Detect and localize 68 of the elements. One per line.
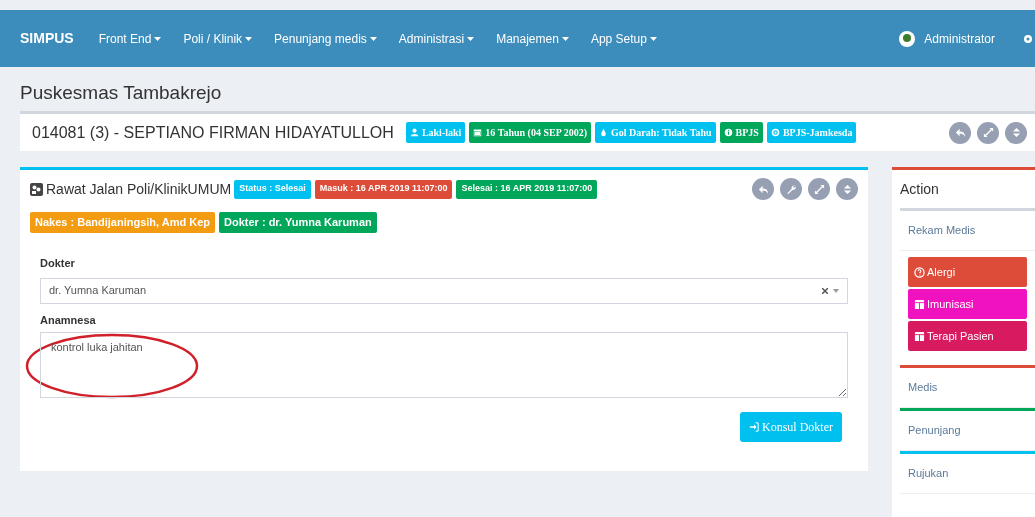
nav-menu[interactable]: Poli / Klinik [183, 29, 253, 48]
target-icon [770, 128, 780, 137]
up-down-icon [1010, 127, 1022, 138]
question-icon [914, 266, 925, 278]
status-badge: Selesai : 16 APR 2019 11:07:00 [456, 179, 598, 199]
status-badge: Masuk : 16 APR 2019 11:07:00 [314, 179, 453, 199]
action-button[interactable]: Imunisasi [908, 289, 1027, 319]
undo-icon [954, 127, 966, 138]
up-down-button[interactable] [836, 178, 858, 200]
doctor-select[interactable]: dr. Yumna Karuman [40, 277, 848, 304]
wrench-icon [785, 183, 797, 195]
info-badge: 16 Tahun (04 SEP 2002) [469, 122, 592, 143]
brand-logo[interactable]: SIMPUS [20, 28, 74, 49]
info-badge: BPJS-Jamkesda [766, 122, 857, 143]
section-header[interactable]: Medis [900, 365, 1035, 408]
field-label: Dokter [40, 256, 76, 271]
logo-icon [898, 29, 917, 48]
caret-icon [369, 36, 377, 41]
gears-icon[interactable] [1023, 32, 1035, 45]
expand-button[interactable] [977, 121, 999, 144]
section-header[interactable]: Rujukan [900, 451, 1035, 494]
nav-menu[interactable]: Manajemen [496, 29, 569, 48]
info-badge: Laki-laki [405, 122, 466, 143]
nav-menu[interactable]: App Setup [590, 29, 657, 48]
action-button[interactable]: Alergi [908, 257, 1027, 287]
status-badge: Status : Selesai [234, 179, 311, 199]
staff-tag: Nakes : Bandijaningsih, Amd Kep [30, 212, 215, 233]
caret-icon [649, 36, 657, 41]
clear-icon[interactable] [822, 287, 828, 294]
section-header[interactable]: Penunjang [900, 408, 1035, 451]
patient-icon [30, 182, 43, 196]
undo-button[interactable] [752, 178, 774, 200]
drop-icon [599, 128, 609, 137]
caret-icon [245, 36, 253, 41]
caret-icon [561, 36, 569, 41]
login-icon [749, 422, 759, 432]
panel-title: Rawat Jalan Poli/KlinikUMUM [46, 179, 232, 199]
expand-icon [813, 183, 825, 195]
page-title: Puskesmas Tambakrejo [19, 81, 223, 105]
up-down-icon [841, 183, 853, 195]
expand-button[interactable] [808, 178, 830, 200]
calendar-icon [473, 128, 483, 137]
info-badge: Gol Darah: Tidak Tahu [595, 122, 716, 143]
expand-icon [982, 127, 994, 138]
wrench-button[interactable] [780, 178, 802, 200]
dropdown-caret-icon[interactable] [833, 288, 839, 293]
nav-menu[interactable]: Penunjang medis [274, 29, 377, 48]
konsul-dokter-button[interactable]: Konsul Dokter [740, 412, 842, 442]
user-icon [409, 128, 419, 137]
staff-tag: Dokter : dr. Yumna Karuman [219, 212, 377, 233]
panel-title: Action [899, 179, 940, 199]
undo-button[interactable] [949, 121, 971, 144]
anamnesa-textarea[interactable]: kontrol luka jahitan [40, 332, 848, 398]
table-icon [914, 298, 925, 310]
info-badge: BPJS [719, 122, 763, 143]
undo-icon [757, 183, 769, 195]
patient-name: 014081 (3) - SEPTIANO FIRMAN HIDAYATULLOH [32, 122, 394, 143]
user-menu[interactable]: Administrator [924, 29, 995, 48]
table-icon [914, 330, 925, 342]
section-header[interactable]: Rekam Medis [900, 208, 1035, 251]
caret-icon [467, 36, 475, 41]
nav-menu[interactable]: Front End [98, 29, 162, 48]
field-label: Anamnesa [40, 312, 97, 328]
caret-icon [154, 36, 162, 41]
action-button[interactable]: Terapi Pasien [908, 321, 1027, 351]
info-icon [723, 128, 733, 137]
nav-menu[interactable]: Administrasi [398, 29, 475, 48]
up-down-button[interactable] [1005, 121, 1027, 144]
